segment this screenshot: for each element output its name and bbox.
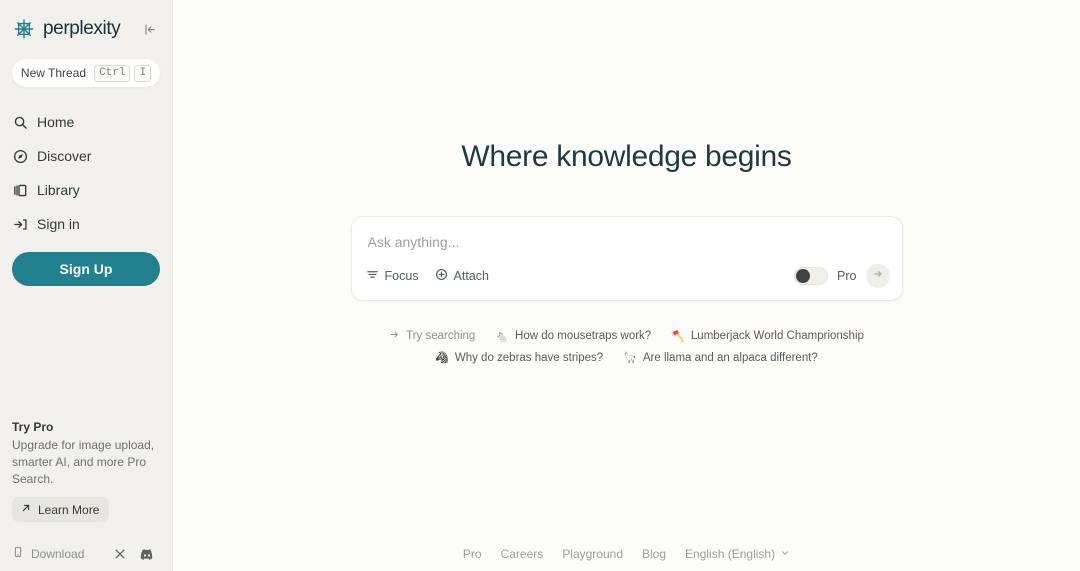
search-input[interactable] <box>351 217 902 250</box>
plus-circle-icon <box>435 268 448 284</box>
sidebar-item-home[interactable]: Home <box>12 105 160 139</box>
language-selector[interactable]: English (English) <box>685 547 790 561</box>
search-toolbar: Focus Attach Pro <box>352 250 902 300</box>
chevron-down-icon <box>780 547 790 561</box>
sidebar-item-label: Library <box>37 182 80 198</box>
try-searching-label: Try searching <box>389 329 475 343</box>
sidebar-nav: Home Discover Library Sign in <box>0 105 172 241</box>
collapse-sidebar-icon[interactable] <box>140 19 160 39</box>
sign-up-button[interactable]: Sign Up <box>12 252 160 286</box>
shortcut-key-ctrl: Ctrl <box>94 64 131 82</box>
phone-icon <box>12 546 24 561</box>
suggestion-chip[interactable]: 🐁 How do mousetraps work? <box>495 329 651 343</box>
new-thread-label: New Thread <box>20 66 87 80</box>
suggestion-label: Are llama and an alpaca different? <box>642 351 818 364</box>
sidebar-item-label: Discover <box>37 148 92 164</box>
suggestion-chip[interactable]: 🦓 Why do zebras have stripes? <box>435 351 604 365</box>
attach-button[interactable]: Attach <box>435 268 489 284</box>
page-footer: Pro Careers Playground Blog English (Eng… <box>173 547 1080 561</box>
pro-label: Pro <box>837 269 857 283</box>
library-icon <box>12 182 28 198</box>
search-right-tools: Pro <box>794 264 890 288</box>
compass-icon <box>12 148 28 164</box>
sidebar-item-library[interactable]: Library <box>12 173 160 207</box>
try-pro-description: Upgrade for image upload, smarter AI, an… <box>12 437 155 486</box>
page-title: Where knowledge begins <box>461 140 792 173</box>
arrow-up-right-icon <box>20 502 32 517</box>
sidebar-top: perplexity New Thread Ctrl I <box>0 0 172 87</box>
discord-icon[interactable] <box>140 548 154 560</box>
arrow-turn-icon <box>389 329 400 343</box>
suggestion-label: How do mousetraps work? <box>515 330 652 342</box>
learn-more-label: Learn More <box>38 502 100 517</box>
brand-row: perplexity <box>12 14 160 44</box>
suggestion-chip[interactable]: 🪓 Lumberjack World Champrionship <box>671 329 864 343</box>
sidebar-item-sign-in[interactable]: Sign in <box>12 207 160 241</box>
suggestions-list: Try searching 🐁 How do mousetraps work? … <box>317 329 937 364</box>
footer-link-pro[interactable]: Pro <box>463 547 482 561</box>
x-twitter-icon[interactable] <box>114 548 126 560</box>
brand-name: perplexity <box>43 18 121 39</box>
pro-toggle[interactable] <box>794 267 829 285</box>
sidebar-footer: Download <box>12 546 160 561</box>
suggestion-chip[interactable]: 🦙 Are llama and an alpaca different? <box>623 351 818 365</box>
pro-toggle-knob <box>796 269 811 283</box>
sidebar-item-discover[interactable]: Discover <box>12 139 160 173</box>
new-thread-shortcut: Ctrl I <box>94 64 152 82</box>
download-label: Download <box>31 546 85 561</box>
social-links <box>114 548 160 560</box>
suggestion-label: Lumberjack World Champrionship <box>690 330 864 342</box>
search-box: Focus Attach Pro <box>350 216 903 301</box>
suggestion-label: Why do zebras have stripes? <box>454 351 604 364</box>
footer-link-careers[interactable]: Careers <box>501 547 544 561</box>
try-pro-title: Try Pro <box>12 419 54 434</box>
sign-in-icon <box>12 216 28 232</box>
search-icon <box>12 114 28 130</box>
suggestion-emoji: 🐁 <box>495 330 510 343</box>
sidebar-item-label: Sign in <box>37 216 80 232</box>
focus-button[interactable]: Focus <box>366 268 419 284</box>
attach-label: Attach <box>453 269 489 283</box>
sidebar-bottom: Try Pro Upgrade for image upload, smarte… <box>0 420 172 571</box>
suggestion-emoji: 🪓 <box>671 330 685 343</box>
arrow-right-icon <box>872 267 884 285</box>
focus-label: Focus <box>384 269 419 283</box>
language-label: English (English) <box>685 547 776 561</box>
main-content: Where knowledge begins Focus <box>173 0 1080 571</box>
download-button[interactable]: Download <box>12 546 84 561</box>
learn-more-button[interactable]: Learn More <box>12 497 110 522</box>
submit-button[interactable] <box>865 264 890 288</box>
sidebar: perplexity New Thread Ctrl I Home Discov… <box>0 0 173 571</box>
shortcut-key-i: I <box>134 64 152 82</box>
new-thread-button[interactable]: New Thread Ctrl I <box>12 59 160 87</box>
filter-icon <box>366 268 379 284</box>
footer-link-playground[interactable]: Playground <box>562 547 623 561</box>
footer-link-blog[interactable]: Blog <box>642 547 666 561</box>
app-root: perplexity New Thread Ctrl I Home Discov… <box>0 0 1080 571</box>
suggestion-emoji: 🦓 <box>435 352 449 364</box>
perplexity-logo-icon <box>12 17 36 41</box>
suggestion-emoji: 🦙 <box>623 352 637 364</box>
sidebar-item-label: Home <box>37 114 75 130</box>
